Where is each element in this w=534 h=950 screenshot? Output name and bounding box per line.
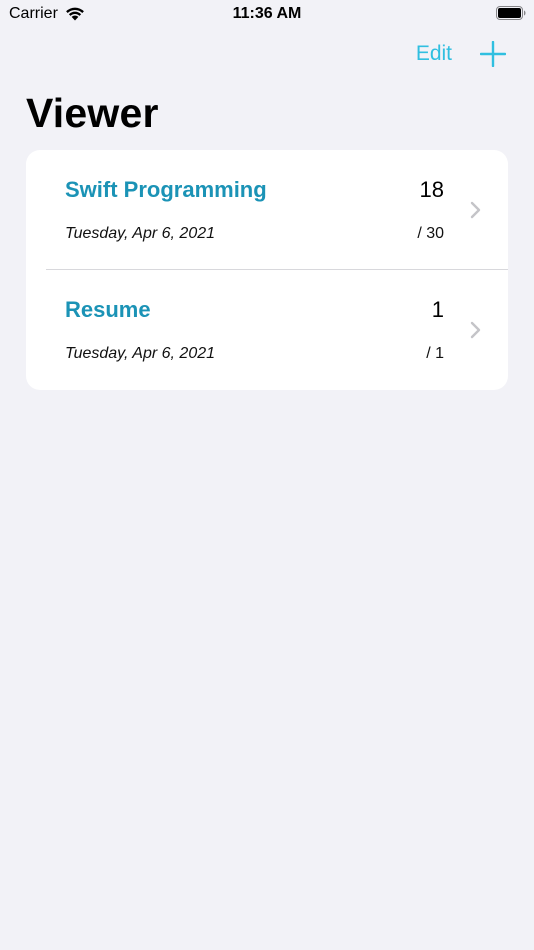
document-title: Swift Programming	[65, 177, 267, 202]
document-list: Swift Programming 18 Tuesday, Apr 6, 202…	[26, 150, 508, 390]
document-row-resume[interactable]: Resume 1 Tuesday, Apr 6, 2021 / 1	[26, 270, 508, 390]
total-page-count: / 30	[417, 225, 444, 242]
battery-icon	[496, 6, 526, 20]
chevron-right-icon	[470, 321, 481, 339]
document-date: Tuesday, Apr 6, 2021	[65, 345, 216, 362]
status-bar: Carrier 11:36 AM	[0, 0, 534, 30]
document-title: Resume	[65, 297, 151, 322]
edit-button[interactable]: Edit	[416, 42, 452, 66]
current-page-count: 1	[431, 297, 444, 322]
document-row-swift-programming[interactable]: Swift Programming 18 Tuesday, Apr 6, 202…	[26, 150, 508, 270]
document-date: Tuesday, Apr 6, 2021	[65, 225, 216, 242]
chevron-right-icon	[470, 201, 481, 219]
status-time: 11:36 AM	[232, 5, 302, 22]
plus-icon[interactable]	[480, 41, 506, 67]
total-page-count: / 1	[426, 345, 444, 362]
page-title: Viewer	[26, 90, 159, 136]
current-page-count: 18	[419, 177, 444, 202]
